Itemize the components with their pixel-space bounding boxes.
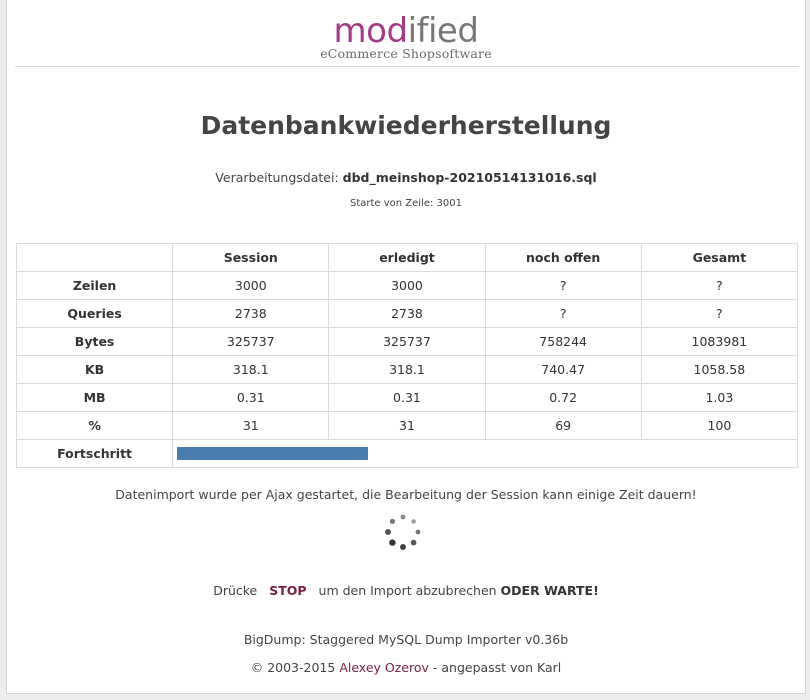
table-cell: 1.03 bbox=[640, 383, 799, 412]
ajax-status-message: Datenimport wurde per Ajax gestartet, di… bbox=[115, 487, 697, 502]
table-row: Zeilen 3000 3000 ? ? bbox=[15, 271, 799, 300]
table-row: Queries 2738 2738 ? ? bbox=[15, 299, 799, 328]
row-label: % bbox=[15, 411, 174, 440]
logo-word-part1: mod bbox=[333, 11, 409, 51]
table-cell: 325737 bbox=[172, 327, 330, 356]
table-cell: 0.72 bbox=[484, 383, 642, 412]
header-cell-gesamt: Gesamt bbox=[640, 243, 799, 272]
table-cell: 758244 bbox=[484, 327, 642, 356]
table-cell: 2738 bbox=[172, 299, 330, 328]
table-cell: ? bbox=[640, 299, 799, 328]
modified-logo: modified eCommerce Shopsoftware bbox=[1, 14, 810, 61]
import-stats-table: Session erledigt noch offen Gesamt Zeile… bbox=[15, 243, 799, 468]
header-cell-erledigt: erledigt bbox=[328, 243, 486, 272]
table-row: KB 318.1 318.1 740.47 1058.58 bbox=[15, 355, 799, 384]
stop-prefix: Drücke bbox=[213, 583, 258, 598]
table-cell: 1083981 bbox=[640, 327, 799, 356]
progress-label: Fortschritt bbox=[15, 439, 174, 468]
table-cell: 1058.58 bbox=[640, 355, 799, 384]
table-cell: 31 bbox=[328, 411, 486, 440]
table-row: % 31 31 69 100 bbox=[15, 411, 799, 440]
header-cell-session: Session bbox=[172, 243, 330, 272]
table-cell: 0.31 bbox=[172, 383, 330, 412]
progress-bar bbox=[177, 447, 369, 460]
table-header-row: Session erledigt noch offen Gesamt bbox=[15, 243, 799, 272]
row-label: MB bbox=[15, 383, 174, 412]
logo-wordmark: modified bbox=[1, 14, 810, 48]
file-name: dbd_meinshop-20210514131016.sql bbox=[342, 170, 597, 185]
loading-spinner-icon bbox=[385, 514, 421, 550]
table-cell: 0.31 bbox=[328, 383, 486, 412]
header-cell-noch-offen: noch offen bbox=[484, 243, 642, 272]
footer-adapted: - angepasst von Karl bbox=[432, 660, 562, 675]
progress-cell bbox=[172, 439, 798, 468]
footer-credits: © 2003-2015 Alexey Ozerov - angepasst vo… bbox=[7, 660, 805, 675]
table-cell: 2738 bbox=[328, 299, 486, 328]
author-link[interactable]: Alexey Ozerov bbox=[339, 660, 429, 675]
table-row: MB 0.31 0.31 0.72 1.03 bbox=[15, 383, 799, 412]
start-line-info: Starte von Zeile: 3001 bbox=[349, 198, 463, 209]
logo-tagline: eCommerce Shopsoftware bbox=[320, 46, 492, 61]
table-cell: 3000 bbox=[172, 271, 330, 300]
row-label: KB bbox=[15, 355, 174, 384]
row-label: Queries bbox=[15, 299, 174, 328]
table-cell: 100 bbox=[640, 411, 799, 440]
table-cell: 69 bbox=[484, 411, 642, 440]
table-cell: 740.47 bbox=[484, 355, 642, 384]
table-cell: 31 bbox=[172, 411, 330, 440]
file-label: Verarbeitungsdatei: bbox=[215, 170, 339, 185]
row-label: Zeilen bbox=[15, 271, 174, 300]
page-container: modified eCommerce Shopsoftware Datenban… bbox=[6, 0, 806, 694]
header-cell-empty bbox=[15, 243, 174, 272]
progress-row: Fortschritt bbox=[15, 439, 798, 468]
stop-instruction: Drücke STOP um den Import abzubrechen OD… bbox=[7, 583, 805, 598]
footer-copyright: © 2003-2015 bbox=[250, 660, 336, 675]
table-cell: 3000 bbox=[328, 271, 486, 300]
table-cell: ? bbox=[484, 271, 642, 300]
row-label: Bytes bbox=[15, 327, 174, 356]
header-divider bbox=[15, 66, 799, 67]
table-cell: 325737 bbox=[328, 327, 486, 356]
page-title: Datenbankwiederherstellung bbox=[200, 111, 612, 140]
table-cell: 318.1 bbox=[328, 355, 486, 384]
table-cell: ? bbox=[484, 299, 642, 328]
footer-version: BigDump: Staggered MySQL Dump Importer v… bbox=[243, 632, 569, 647]
stop-link[interactable]: STOP bbox=[269, 583, 306, 598]
file-info: Verarbeitungsdatei: dbd_meinshop-2021051… bbox=[7, 170, 805, 185]
stop-suffix: ODER WARTE! bbox=[500, 583, 599, 598]
table-cell: 318.1 bbox=[172, 355, 330, 384]
logo-word-part2: ified bbox=[407, 11, 479, 51]
stop-middle: um den Import abzubrechen bbox=[318, 583, 497, 598]
table-cell: ? bbox=[640, 271, 799, 300]
table-row: Bytes 325737 325737 758244 1083981 bbox=[15, 327, 799, 356]
